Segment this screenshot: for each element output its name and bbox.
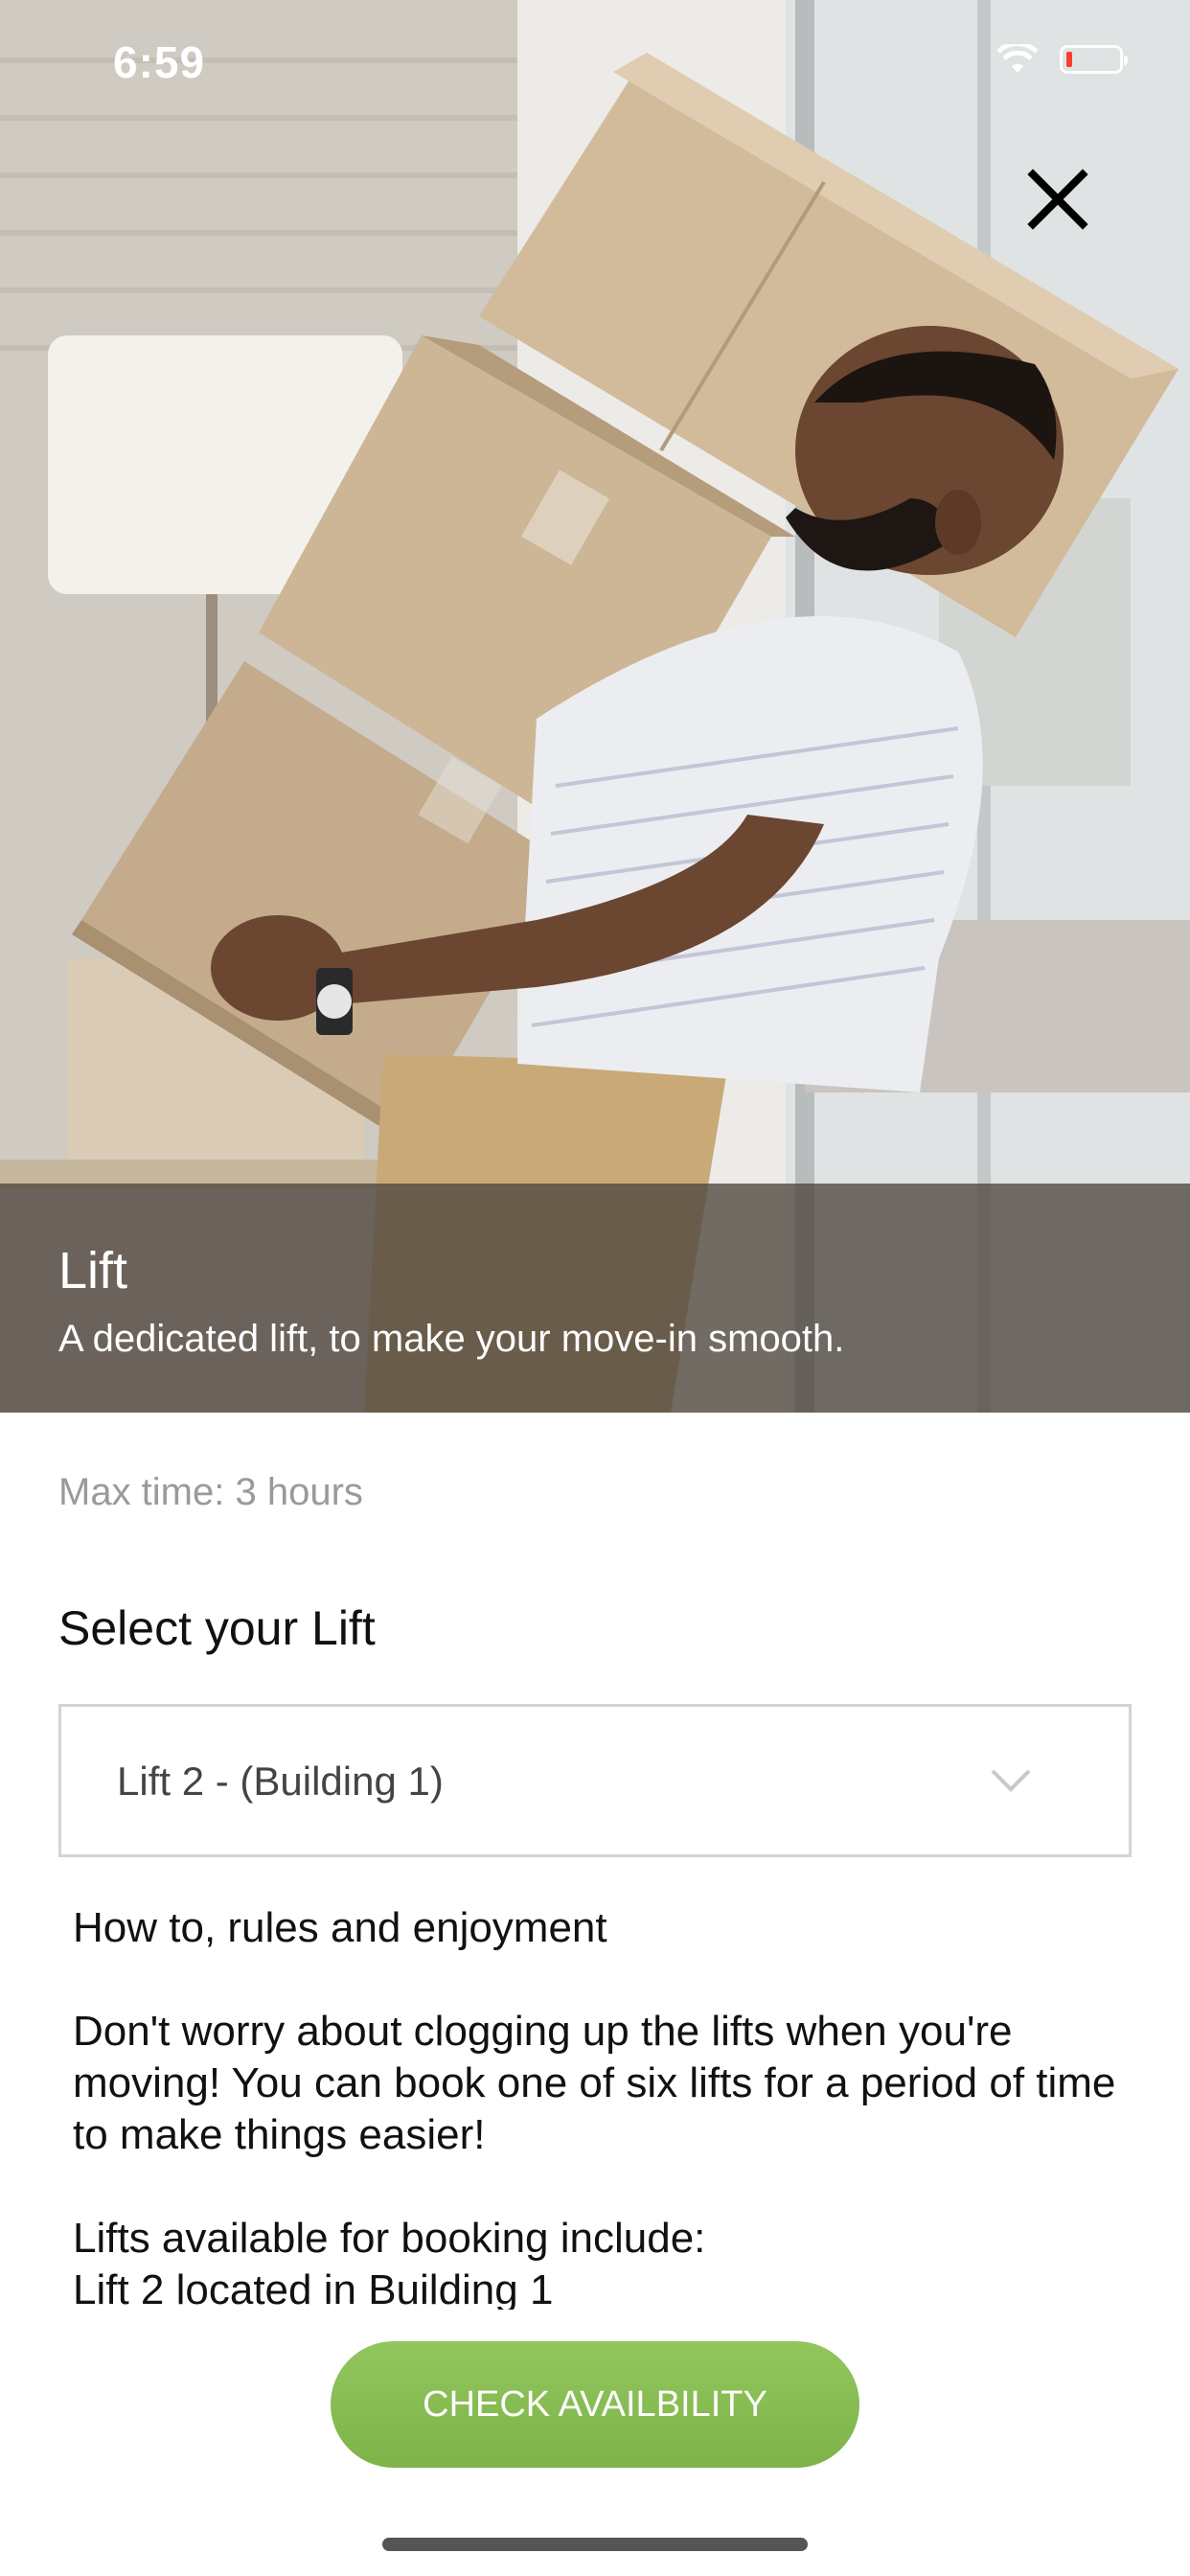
description-list-intro: Lifts available for booking include: <box>73 2215 706 2262</box>
lift-dropdown[interactable]: Lift 2 - (Building 1) <box>58 1704 1132 1857</box>
description-text: How to, rules and enjoyment Don't worry … <box>73 1902 1136 2310</box>
home-indicator <box>382 2538 808 2551</box>
status-time: 6:59 <box>113 37 206 87</box>
description-heading: How to, rules and enjoyment <box>73 1904 607 1951</box>
select-lift-heading: Select your Lift <box>58 1601 376 1655</box>
amenity-subtitle: A dedicated lift, to make your move-in s… <box>58 1318 845 1360</box>
battery-level <box>1066 52 1072 67</box>
status-icons <box>996 44 1128 75</box>
max-time-label: Max time: 3 hours <box>58 1471 363 1513</box>
check-availability-button[interactable]: CHECK AVAILBILITY <box>331 2341 859 2468</box>
chevron-down-icon <box>991 1769 1031 1792</box>
hero-image: 6:59 Lift A dedicated lift, to make your… <box>0 0 1190 1413</box>
battery-icon <box>1060 45 1128 74</box>
lift-dropdown-value: Lift 2 - (Building 1) <box>117 1759 444 1804</box>
description-paragraph: Don't worry about clogging up the lifts … <box>73 2008 1116 2158</box>
description-list-item: Lift 2 located in Building 1 <box>73 2266 554 2310</box>
amenity-title: Lift <box>58 1242 128 1300</box>
close-icon <box>1027 169 1088 230</box>
hero-caption: Lift A dedicated lift, to make your move… <box>0 1184 1190 1413</box>
wifi-icon <box>996 44 1039 75</box>
close-button[interactable] <box>1021 163 1094 236</box>
